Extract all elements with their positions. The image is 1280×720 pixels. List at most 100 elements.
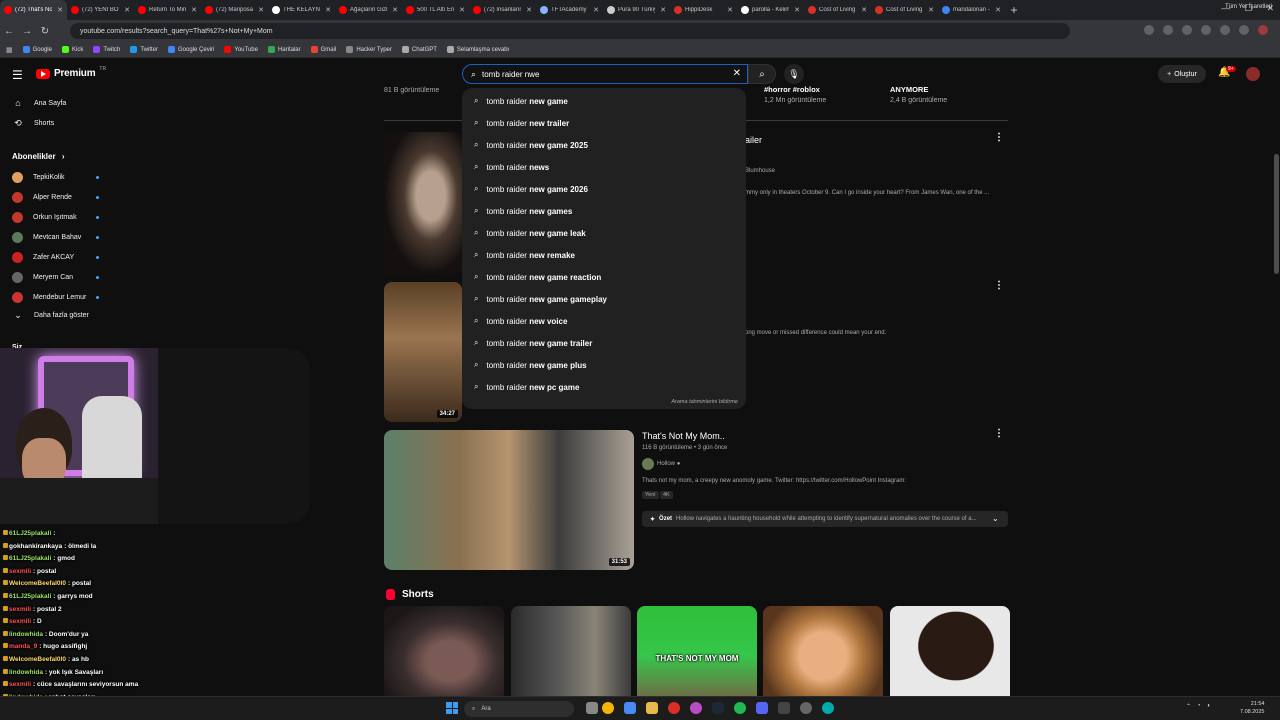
task-view-icon[interactable] [586,702,598,714]
report-suggestions-link[interactable]: Arama tahminlerini bildirme [671,399,738,405]
video-thumbnail[interactable]: 31:53 [384,430,634,570]
taskbar-search[interactable]: ⌕ Ara [464,701,574,717]
bookmark-item[interactable]: ChatGPT [401,46,437,53]
app-icon[interactable] [690,702,702,714]
video-thumbnail[interactable] [384,132,462,274]
clear-search-icon[interactable]: ✕ [733,68,741,79]
create-button[interactable]: + Oluştur [1158,65,1206,83]
network-icon[interactable]: ◔ [1197,703,1201,710]
bookmark-item[interactable]: Gmail [310,46,336,53]
bookmark-item[interactable]: Twitch [93,46,120,53]
more-actions-icon[interactable]: ⋮ [994,428,1004,439]
video-title[interactable]: ailer [745,135,762,145]
sidebar-item-shorts[interactable]: ⟲ Shorts [12,118,54,129]
forward-icon[interactable]: → [18,26,36,37]
sidebar-channel-item[interactable]: Mendebur Lemur [12,292,86,303]
subscriptions-heading[interactable]: Abonelikler › [12,152,64,161]
sidebar-channel-item[interactable]: Orkun Işıtmak [12,212,77,223]
extension-icon[interactable] [1220,25,1230,35]
browser-tab[interactable]: (72) That's No ✕ [0,0,67,20]
tab-close-icon[interactable]: ✕ [727,6,733,14]
url-field[interactable]: youtube.com/results?search_query=That%27… [70,23,1070,39]
browser-tab[interactable]: 500 TL Altı En ✕ [402,0,469,20]
browser-tab[interactable]: HippiDesk ✕ [670,0,737,20]
browser-tab[interactable]: (72) YENİ BÖLÜ ✕ [67,0,134,20]
tab-close-icon[interactable]: ✕ [928,6,934,14]
tab-close-icon[interactable]: ✕ [459,6,465,14]
taskbar-clock[interactable]: 21:54 7.08.2025 [1240,700,1264,716]
search-suggestion[interactable]: ⌕ tomb raider new game plus [462,354,746,376]
short-title[interactable]: #horror #roblox [764,85,820,94]
search-suggestion[interactable]: ⌕ tomb raider new trailer [462,112,746,134]
back-icon[interactable]: ← [0,26,18,37]
app-icon[interactable] [778,702,790,714]
app-icon[interactable] [668,702,680,714]
tab-close-icon[interactable]: ✕ [660,6,666,14]
new-tab-icon[interactable]: + [1005,3,1023,17]
short-thumbnail[interactable]: THAT'S NOT MY MOM [637,606,757,706]
tab-close-icon[interactable]: ✕ [861,6,867,14]
discord-icon[interactable] [756,702,768,714]
browser-tab[interactable]: parolla - Kelim ✕ [737,0,804,20]
bookmark-item[interactable]: Kick [61,46,83,53]
short-thumbnail[interactable] [890,606,1010,706]
search-suggestion[interactable]: ⌕ tomb raider new game 2026 [462,178,746,200]
sidebar-channel-item[interactable]: TepkiKolik [12,172,65,183]
search-suggestion[interactable]: ⌕ tomb raider new game 2025 [462,134,746,156]
tab-close-icon[interactable]: ✕ [794,6,800,14]
browser-tab[interactable]: Cost of Living ✕ [871,0,938,20]
sidebar-channel-item[interactable]: Zafer AKCAY [12,252,74,263]
more-actions-icon[interactable]: ⋮ [994,280,1004,291]
tab-close-icon[interactable]: ✕ [526,6,532,14]
sidebar-channel-item[interactable]: Alper Rende [12,192,72,203]
bookmark-item[interactable]: Haritalar [267,46,301,53]
sidebar-channel-item[interactable]: Mevtcan Bahav [12,232,81,243]
chevron-up-icon[interactable]: ⌃ [1186,703,1191,710]
short-thumbnail[interactable] [763,606,883,706]
bookmark-item[interactable]: YouTube [224,46,258,53]
edge-icon[interactable] [822,702,834,714]
search-button[interactable]: ⌕ [748,64,776,84]
search-suggestion[interactable]: ⌕ tomb raider new game gameplay [462,288,746,310]
bookmark-item[interactable]: Selamlaşma cevabı [446,46,509,53]
channel-avatar[interactable] [642,458,654,470]
channel-name[interactable]: Blumhouse [745,168,775,174]
profile-icon[interactable] [1258,25,1268,35]
reload-icon[interactable]: ↻ [36,26,54,37]
tab-close-icon[interactable]: ✕ [57,6,63,14]
chrome-icon[interactable] [602,702,614,714]
all-bookmarks-link[interactable]: Tüm Yer İşaretleri [1225,4,1272,10]
video-title[interactable]: That's Not My Mom.. [642,431,725,441]
short-thumbnail[interactable] [511,606,631,706]
browser-tab[interactable]: TFTAcademy ✕ [536,0,603,20]
search-suggestion[interactable]: ⌕ tomb raider new voice [462,310,746,332]
search-suggestion[interactable]: ⌕ tomb raider news [462,156,746,178]
extension-icon[interactable] [1144,25,1154,35]
sidebar-channel-item[interactable]: Meryem Can [12,272,73,283]
channel-name[interactable]: Hollow ● [657,461,680,467]
tab-close-icon[interactable]: ✕ [593,6,599,14]
extension-icon[interactable] [1163,25,1173,35]
bookmark-item[interactable]: Google Çeviri [168,46,214,53]
search-suggestion[interactable]: ⌕ tomb raider new game reaction [462,266,746,288]
search-box[interactable]: ⌕ ✕ [462,64,748,84]
account-avatar[interactable] [1246,67,1260,81]
windows-start-icon[interactable] [446,702,458,714]
youtube-premium-logo[interactable]: Premium TR [36,66,106,79]
tab-close-icon[interactable]: ✕ [995,6,1001,14]
browser-tab[interactable]: (72) Mariposa ✕ [201,0,268,20]
search-suggestion[interactable]: ⌕ tomb raider new games [462,200,746,222]
page-scrollbar[interactable] [1272,58,1280,694]
sidebar-item-home[interactable]: ⌂ Ana Sayfa [12,98,66,108]
search-suggestion[interactable]: ⌕ tomb raider new game trailer [462,332,746,354]
short-title[interactable]: ANYMORE [890,85,928,94]
short-thumbnail[interactable] [384,606,504,706]
tab-close-icon[interactable]: ✕ [124,6,130,14]
extension-icon[interactable] [1182,25,1192,35]
browser-tab[interactable]: THE KELAYNAK ✕ [268,0,335,20]
search-suggestion[interactable]: ⌕ tomb raider new game [462,90,746,112]
search-input[interactable] [482,69,723,79]
search-suggestion[interactable]: ⌕ tomb raider new pc game [462,376,746,398]
browser-tab[interactable]: Pura 90 Türkiye ✕ [603,0,670,20]
bookmark-item[interactable]: Hacker Typer [346,46,392,53]
